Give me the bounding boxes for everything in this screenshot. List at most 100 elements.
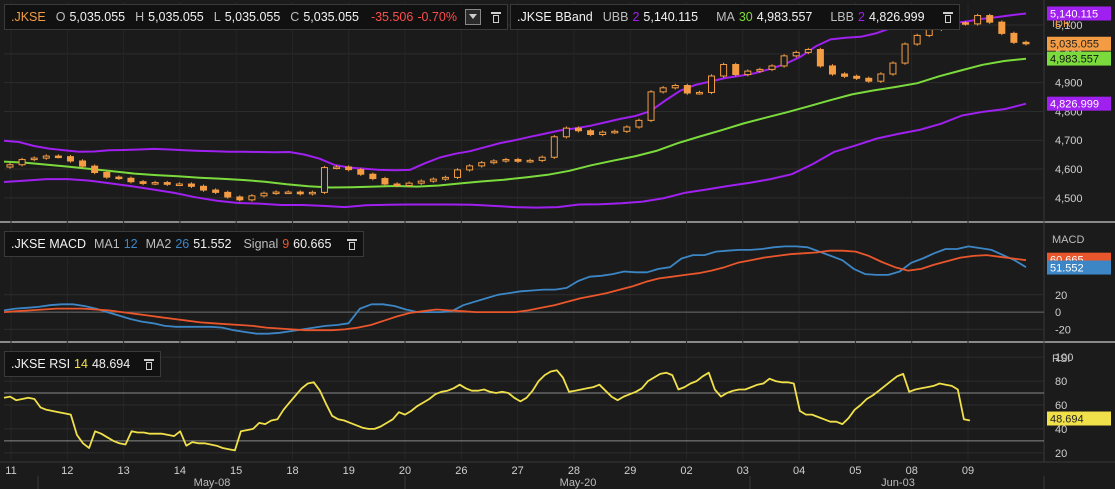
candle-body: [18, 159, 26, 166]
ma-label: MA: [716, 10, 735, 24]
trash-icon[interactable]: [942, 11, 953, 23]
candle-body: [574, 127, 582, 132]
symbol-label[interactable]: .JKSE: [11, 10, 46, 24]
candle-body: [54, 155, 62, 159]
x-tick-label: 15: [230, 465, 242, 477]
x-month-label: Jun-03: [881, 477, 915, 489]
last-value-text: 48.694: [1050, 414, 1084, 426]
change-percent: -0.70%: [417, 10, 457, 24]
candle-body: [986, 15, 994, 23]
candle-body: [6, 164, 14, 168]
x-tick-label: 29: [624, 465, 636, 477]
candle-body: [659, 87, 667, 93]
candle-body: [429, 178, 437, 182]
candle-body: [260, 192, 268, 197]
bband-name[interactable]: .JKSE BBand: [517, 10, 593, 24]
rsi-legend: .JKSE RSI 14 48.694: [4, 351, 162, 377]
lbb-period: 2: [858, 10, 865, 24]
candle-body: [103, 171, 111, 178]
low-label: L: [213, 10, 221, 24]
x-tick-label: 03: [737, 465, 749, 477]
candle-body: [66, 156, 74, 162]
change-value: -35.506: [370, 10, 414, 24]
trash-icon[interactable]: [144, 358, 155, 370]
x-tick-label: 11: [5, 465, 16, 477]
last-value-text: 4,983.557: [1050, 54, 1099, 66]
ma2-label: MA2: [145, 237, 172, 251]
candle-body: [490, 160, 498, 164]
candle-body: [454, 169, 462, 178]
candle-body: [720, 63, 728, 77]
macd-legend: .JKSE MACD MA1 12 MA2 26 51.552 Signal 9…: [4, 231, 365, 257]
y-tick-label: 80: [1055, 376, 1067, 388]
candle-body: [768, 65, 776, 70]
signal-period: 9: [282, 237, 290, 251]
candle-body: [514, 159, 522, 162]
candle-body: [393, 183, 401, 187]
high-value: 5,035.055: [148, 10, 204, 24]
x-month-label: May-08: [194, 477, 231, 489]
candle-body: [187, 183, 195, 187]
candle-body: [526, 159, 534, 163]
candle-body: [804, 49, 812, 53]
x-tick-label: 27: [512, 465, 524, 477]
rsi-value: 48.694: [91, 357, 131, 371]
candle-body: [913, 34, 921, 45]
y-tick-label: 4,700: [1055, 135, 1083, 147]
x-tick-label: 05: [849, 465, 861, 477]
macd-name[interactable]: .JKSE MACD: [11, 237, 86, 251]
ubb-period: 2: [632, 10, 640, 24]
candle-body: [272, 191, 280, 195]
candle-body: [91, 165, 99, 173]
candle-body: [42, 155, 50, 159]
candle-body: [139, 181, 147, 184]
rsi-name[interactable]: .JKSE RSI: [11, 357, 70, 371]
candle-body: [405, 182, 413, 186]
x-tick-label: 20: [399, 465, 411, 477]
candle-body: [478, 162, 486, 167]
candle-body: [284, 191, 292, 195]
candle-body: [587, 130, 595, 135]
close-label: C: [290, 10, 300, 24]
candle-body: [744, 70, 752, 76]
last-value-text: 5,035.055: [1050, 39, 1099, 51]
y-tick-label: 20: [1055, 448, 1067, 460]
candle-body: [320, 167, 328, 193]
open-label: O: [55, 10, 66, 24]
candle-body: [224, 191, 232, 198]
candle-body: [357, 169, 365, 175]
candle-body: [901, 43, 909, 64]
candle-body: [708, 75, 716, 93]
x-tick-label: 18: [286, 465, 298, 477]
candle-body: [466, 165, 474, 171]
ma1-label: MA1: [94, 237, 120, 251]
lbb-value: 4,826.999: [868, 10, 925, 24]
ma-value: 4,983.557: [756, 10, 813, 24]
candle-body: [441, 176, 449, 180]
candle-body: [756, 68, 764, 72]
x-tick-label: 13: [117, 465, 129, 477]
candle-body: [853, 75, 861, 79]
candle-body: [695, 91, 703, 95]
ma1-value: 12: [123, 237, 138, 251]
high-label: H: [135, 10, 145, 24]
last-value-text: 51.552: [1050, 263, 1084, 275]
open-value: 5,035.055: [69, 10, 126, 24]
macd-axis-title: MACD: [1052, 234, 1084, 246]
trash-icon[interactable]: [490, 11, 501, 23]
candle-body: [550, 136, 558, 158]
trash-icon[interactable]: [347, 238, 358, 250]
y-tick-label: 40: [1055, 424, 1067, 436]
candle-body: [562, 127, 570, 138]
x-tick-label: 12: [61, 465, 73, 477]
candle-body: [925, 28, 933, 36]
signal-value: 60.665: [293, 237, 332, 251]
y-tick-label: 60: [1055, 400, 1067, 412]
candle-body: [1022, 41, 1030, 45]
chevron-down-icon[interactable]: [464, 9, 481, 25]
candle-body: [792, 51, 800, 57]
candle-body: [647, 91, 655, 121]
candle-body: [381, 178, 389, 185]
candle-body: [671, 85, 679, 89]
candle-body: [417, 180, 425, 184]
